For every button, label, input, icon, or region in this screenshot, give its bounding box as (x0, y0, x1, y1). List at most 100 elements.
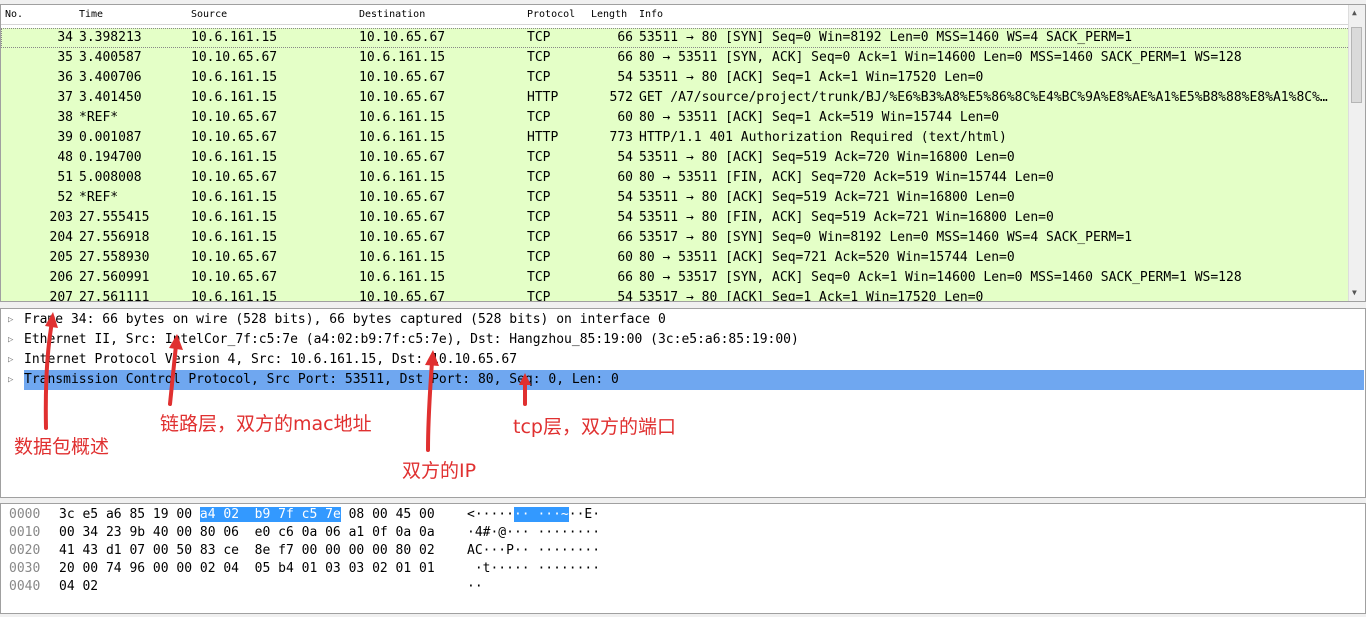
detail-frame[interactable]: ▷ Frame 34: 66 bytes on wire (528 bits),… (1, 310, 1365, 330)
packet-protocol: TCP (527, 110, 551, 125)
hex-ascii[interactable]: ·· (467, 578, 483, 596)
annotation-ip: 双方的IP (402, 460, 477, 482)
packet-destination: 10.6.161.15 (359, 130, 446, 145)
detail-ip-text: Internet Protocol Version 4, Src: 10.6.1… (24, 352, 518, 367)
hex-bytes-plain: 08 00 45 00 (340, 507, 435, 522)
hex-bytes[interactable]: 3c e5 a6 85 19 00 a4 02 b9 7f c5 7e 08 0… (59, 506, 435, 524)
packet-protocol: HTTP (527, 130, 559, 145)
packet-row[interactable]: 207 27.561111 10.6.161.15 10.10.65.67 TCP 54 5… (1, 288, 1350, 302)
packet-source: 10.6.161.15 (191, 230, 278, 245)
hex-ascii[interactable]: <······· ···~··E· (467, 506, 600, 524)
packet-length: 54 (617, 150, 633, 165)
packet-row[interactable]: 51 5.008008 10.10.65.67 10.6.161.15 TCP 60 80 … (1, 168, 1350, 188)
annotation-overview: 数据包概述 (14, 436, 110, 458)
packet-row[interactable]: 39 0.001087 10.10.65.67 10.6.161.15 HTTP 773 H… (1, 128, 1350, 148)
hex-bytes[interactable]: 04 02 (59, 578, 98, 596)
hex-ascii[interactable]: ·t····· ········ (467, 560, 600, 578)
packet-length: 54 (617, 190, 633, 205)
packet-destination: 10.10.65.67 (359, 210, 446, 225)
packet-no: 37 (57, 90, 73, 105)
hex-row: 0020 41 43 d1 07 00 50 83 ce 8e f7 00 00 … (1, 542, 1361, 560)
packet-protocol: TCP (527, 250, 551, 265)
packet-row[interactable]: 37 3.401450 10.6.161.15 10.10.65.67 HTTP 572 G… (1, 88, 1350, 108)
expand-triangle-icon[interactable]: ▷ (8, 310, 13, 330)
column-time[interactable]: Time (79, 9, 103, 20)
packet-row[interactable]: 205 27.558930 10.10.65.67 10.6.161.15 TCP 60 8… (1, 248, 1350, 268)
column-length[interactable]: Length (591, 9, 627, 20)
packet-row[interactable]: 48 0.194700 10.6.161.15 10.10.65.67 TCP 54 535… (1, 148, 1350, 168)
packet-row[interactable]: 38 *REF* 10.10.65.67 10.6.161.15 TCP 60 80 → 5… (1, 108, 1350, 128)
hex-ascii[interactable]: ·4#·@··· ········ (467, 524, 600, 542)
packet-protocol: TCP (527, 270, 551, 285)
packet-rows: 34 3.398213 10.6.161.15 10.10.65.67 TCP 66 535… (1, 28, 1350, 302)
packet-source: 10.6.161.15 (191, 190, 278, 205)
expand-triangle-icon[interactable]: ▷ (8, 370, 13, 390)
packet-info: 80 → 53511 [ACK] Seq=1 Ack=519 Win=15744… (639, 110, 1000, 125)
detail-tcp[interactable]: ▷ Transmission Control Protocol, Src Por… (1, 370, 1365, 390)
column-protocol[interactable]: Protocol (527, 9, 575, 20)
packet-source: 10.6.161.15 (191, 290, 278, 302)
packet-source: 10.6.161.15 (191, 210, 278, 225)
packet-length: 572 (609, 90, 633, 105)
packet-no: 204 (49, 230, 73, 245)
packet-list-pane[interactable]: No. Time Source Destination Protocol Len… (0, 4, 1366, 302)
packet-destination: 10.6.161.15 (359, 170, 446, 185)
packet-info: 53517 → 80 [ACK] Seq=1 Ack=1 Win=17520 L… (639, 290, 984, 302)
hex-bytes-plain: 04 02 (59, 579, 99, 594)
column-source[interactable]: Source (191, 9, 227, 20)
hex-ascii-plain: ·· (467, 579, 483, 594)
packet-length: 60 (617, 110, 633, 125)
packet-time: 27.555415 (79, 210, 150, 225)
packet-length: 66 (617, 230, 633, 245)
scrollbar-thumb[interactable] (1351, 27, 1362, 103)
packet-info: 53511 → 80 [ACK] Seq=519 Ack=721 Win=168… (639, 190, 1015, 205)
packet-protocol: TCP (527, 230, 551, 245)
packet-time: *REF* (79, 190, 119, 205)
packet-destination: 10.10.65.67 (359, 70, 446, 85)
packet-no: 48 (57, 150, 73, 165)
hex-ascii-highlight: ·· ···~ (513, 507, 569, 522)
hex-bytes-plain: 41 43 d1 07 00 50 83 ce 8e f7 00 00 00 0… (59, 543, 435, 558)
hex-bytes[interactable]: 00 34 23 9b 40 00 80 06 e0 c6 0a 06 a1 0… (59, 524, 435, 542)
packet-row[interactable]: 36 3.400706 10.6.161.15 10.10.65.67 TCP 54 535… (1, 68, 1350, 88)
column-destination[interactable]: Destination (359, 9, 425, 20)
packet-info: 80 → 53511 [FIN, ACK] Seq=720 Ack=519 Wi… (639, 170, 1054, 185)
detail-ethernet[interactable]: ▷ Ethernet II, Src: IntelCor_7f:c5:7e (a… (1, 330, 1365, 350)
hex-dump-pane[interactable]: 0000 3c e5 a6 85 19 00 a4 02 b9 7f c5 7e … (0, 503, 1366, 614)
hex-ascii-plain: ·t····· ········ (467, 561, 601, 576)
detail-ip[interactable]: ▷ Internet Protocol Version 4, Src: 10.6… (1, 350, 1365, 370)
hex-bytes[interactable]: 20 00 74 96 00 00 02 04 05 b4 01 03 03 0… (59, 560, 435, 578)
packet-length: 54 (617, 210, 633, 225)
packet-time: 0.001087 (79, 130, 142, 145)
packet-length: 66 (617, 50, 633, 65)
packet-row[interactable]: 52 *REF* 10.6.161.15 10.10.65.67 TCP 54 53511 … (1, 188, 1350, 208)
packet-no: 203 (49, 210, 73, 225)
expand-triangle-icon[interactable]: ▷ (8, 330, 13, 350)
packet-destination: 10.6.161.15 (359, 250, 446, 265)
scroll-down-arrow-icon[interactable]: ▼ (1352, 288, 1357, 297)
hex-bytes[interactable]: 41 43 d1 07 00 50 83 ce 8e f7 00 00 00 0… (59, 542, 435, 560)
packet-details-pane[interactable]: ▷ Frame 34: 66 bytes on wire (528 bits),… (0, 308, 1366, 498)
packet-no: 36 (57, 70, 73, 85)
packet-row[interactable]: 203 27.555415 10.6.161.15 10.10.65.67 TCP 54 5… (1, 208, 1350, 228)
hex-bytes-plain: 3c e5 a6 85 19 00 (59, 507, 200, 522)
scroll-up-arrow-icon[interactable]: ▲ (1352, 8, 1357, 17)
packet-time: 3.400587 (79, 50, 142, 65)
packet-info: 80 → 53511 [ACK] Seq=721 Ack=520 Win=157… (639, 250, 1015, 265)
hex-offset: 0000 (9, 507, 41, 522)
packet-row[interactable]: 34 3.398213 10.6.161.15 10.10.65.67 TCP 66 535… (1, 28, 1350, 48)
column-no[interactable]: No. (5, 9, 23, 20)
expand-triangle-icon[interactable]: ▷ (8, 350, 13, 370)
packet-no: 34 (57, 30, 73, 45)
column-header[interactable]: No. Time Source Destination Protocol Len… (1, 5, 1350, 25)
packet-list-scrollbar[interactable]: ▲ ▼ (1348, 5, 1365, 301)
packet-row[interactable]: 204 27.556918 10.6.161.15 10.10.65.67 TCP 66 5… (1, 228, 1350, 248)
packet-time: 27.561111 (79, 290, 150, 302)
packet-protocol: TCP (527, 30, 551, 45)
packet-row[interactable]: 35 3.400587 10.10.65.67 10.6.161.15 TCP 66 80 … (1, 48, 1350, 68)
hex-ascii[interactable]: AC···P·· ········ (467, 542, 600, 560)
packet-row[interactable]: 206 27.560991 10.10.65.67 10.6.161.15 TCP 66 8… (1, 268, 1350, 288)
column-info[interactable]: Info (639, 9, 663, 20)
hex-bytes-plain: 20 00 74 96 00 00 02 04 05 b4 01 03 03 0… (59, 561, 435, 576)
hex-offset: 0020 (9, 543, 41, 558)
